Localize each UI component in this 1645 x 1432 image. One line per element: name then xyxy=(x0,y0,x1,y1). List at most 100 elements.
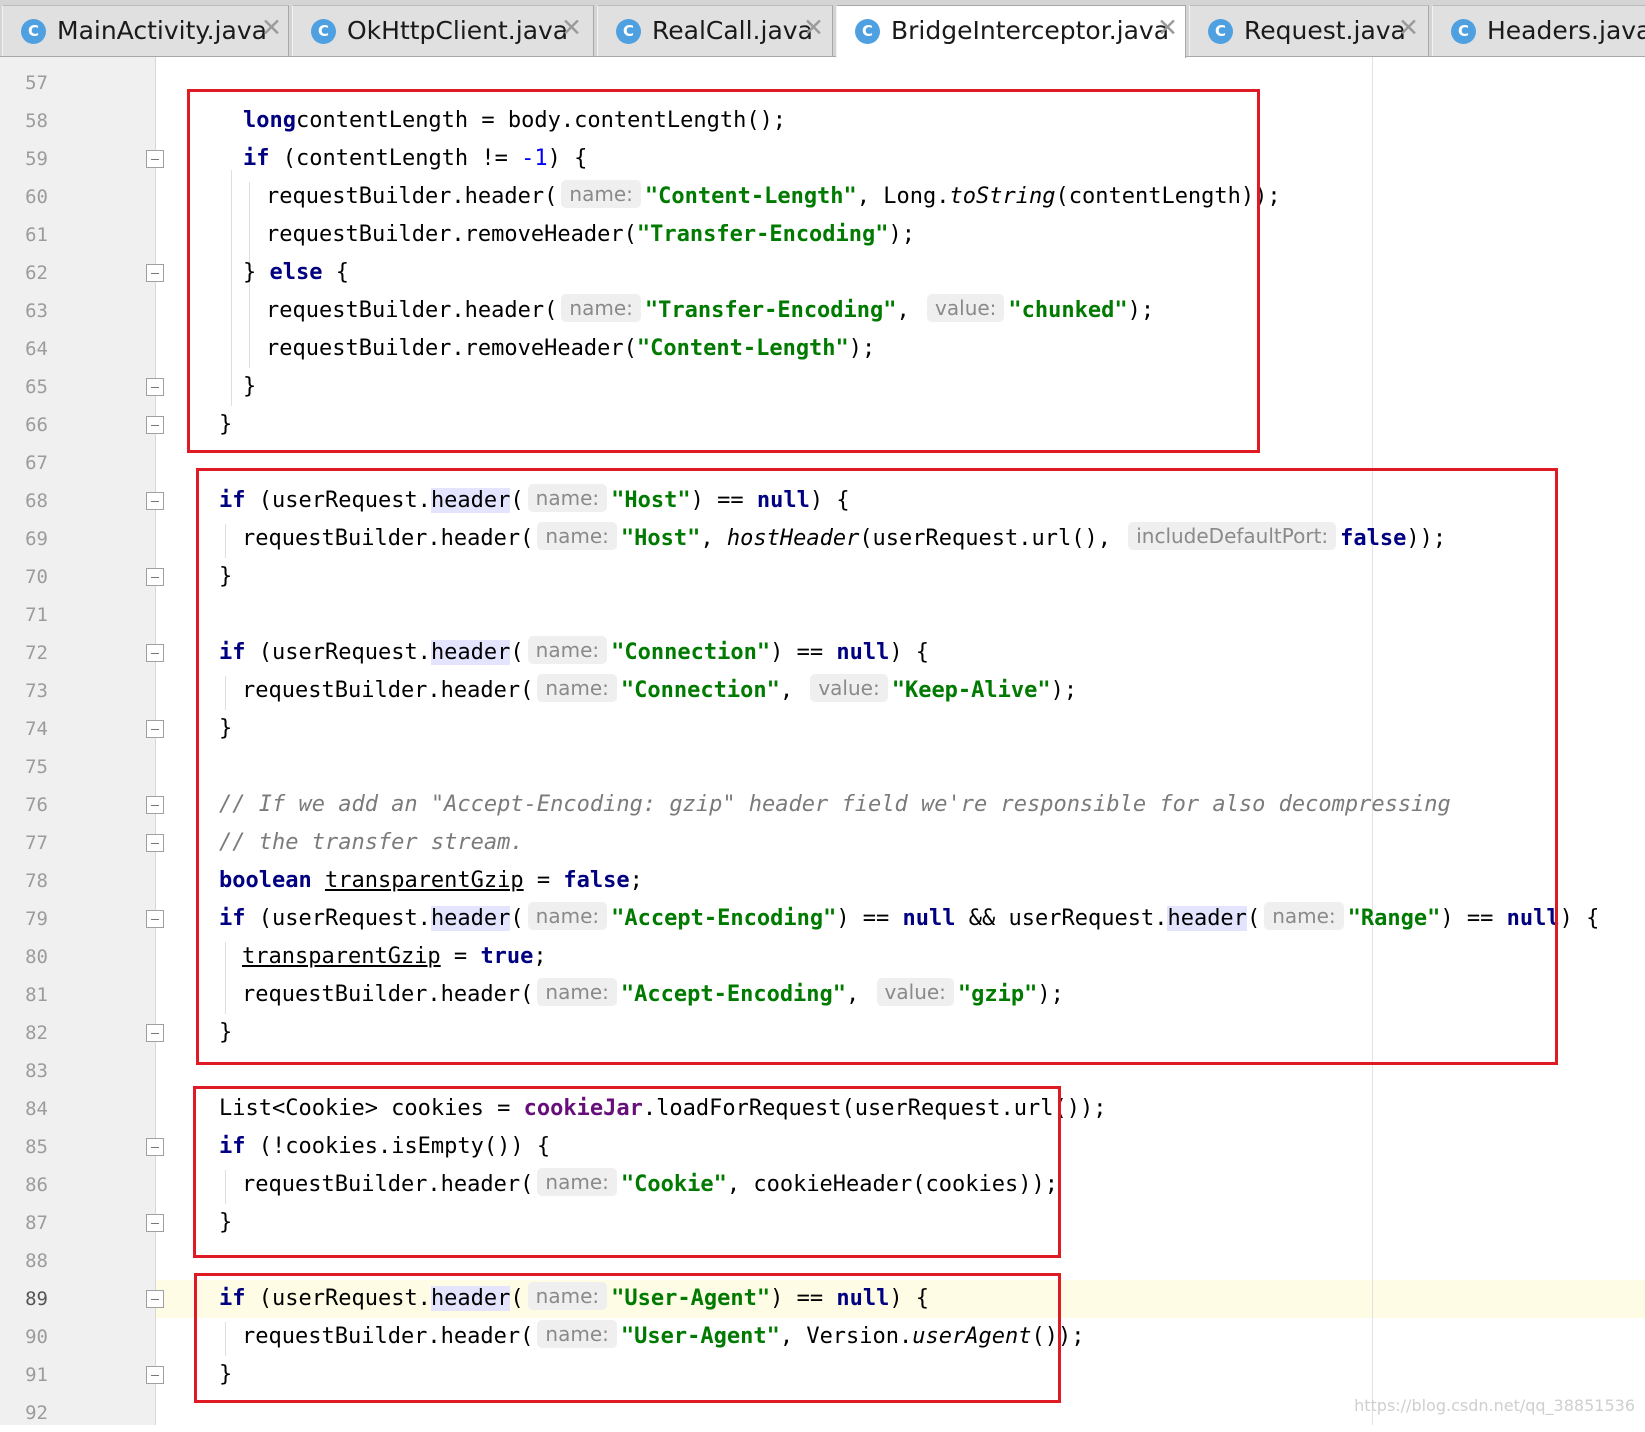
code-token: ( xyxy=(1246,906,1261,931)
close-icon[interactable]: ✕ xyxy=(561,13,582,42)
code-token: && userRequest. xyxy=(955,906,1168,931)
code-token: } xyxy=(219,716,233,741)
keyword-token: null xyxy=(902,906,956,931)
code-token: (contentLength)); xyxy=(1055,184,1281,209)
code-token: transparentGzip xyxy=(324,868,524,893)
fold-marker-icon[interactable] xyxy=(146,492,164,510)
fold-marker-icon[interactable] xyxy=(146,1138,164,1156)
code-token: , Version. xyxy=(779,1324,913,1349)
fold-marker-icon[interactable] xyxy=(146,910,164,928)
code-token: ; xyxy=(533,944,547,969)
fold-marker-icon[interactable] xyxy=(146,1024,164,1042)
code-token: } xyxy=(243,374,257,399)
code-token: (contentLength != xyxy=(269,146,522,171)
code-token: ) { xyxy=(1559,906,1600,931)
fold-marker-icon[interactable] xyxy=(146,834,164,852)
tab-main-activity[interactable]: C MainActivity.java ✕ xyxy=(2,5,289,56)
code-token: toString xyxy=(949,184,1056,209)
code-token: (!cookies.isEmpty()) { xyxy=(245,1134,551,1159)
fold-marker-icon[interactable] xyxy=(146,1290,164,1308)
fold-marker-icon[interactable] xyxy=(146,796,164,814)
code-line: requestBuilder.header(name: "Cookie", coo… xyxy=(242,1166,1058,1204)
code-token: ); xyxy=(1127,298,1155,323)
keyword-token: long xyxy=(243,108,296,133)
indent-guide xyxy=(225,676,226,710)
fold-marker-icon[interactable] xyxy=(146,264,164,282)
line-number: 65 xyxy=(25,376,48,398)
code-editor[interactable]: longcontentLength = body.contentLength()… xyxy=(156,57,1645,1425)
close-icon[interactable]: ✕ xyxy=(261,13,282,42)
code-token: } xyxy=(219,412,233,437)
code-line: if (contentLength != -1) { xyxy=(243,140,587,178)
line-number: 82 xyxy=(25,1022,48,1044)
indent-guide xyxy=(225,1322,226,1356)
code-token: ( xyxy=(510,906,524,931)
code-token: , xyxy=(779,678,807,703)
parameter-hint: name: xyxy=(537,978,617,1006)
line-number: 73 xyxy=(25,680,48,702)
parameter-hint: name: xyxy=(537,674,617,702)
code-line: // the transfer stream. xyxy=(219,824,524,862)
tab-okhttp-client[interactable]: C OkHttpClient.java ✕ xyxy=(292,5,594,56)
code-line: requestBuilder.header(name: "User-Agent",… xyxy=(242,1318,1084,1356)
tab-label: Headers.java xyxy=(1487,16,1645,45)
line-number: 68 xyxy=(25,490,48,512)
fold-marker-icon[interactable] xyxy=(146,1366,164,1384)
line-number: 87 xyxy=(25,1212,48,1234)
tab-bridge-interceptor[interactable]: C BridgeInterceptor.java ✕ xyxy=(836,5,1186,58)
code-token: = xyxy=(523,868,564,893)
code-token: contentLength = body.contentLength(); xyxy=(295,108,787,133)
fold-marker-icon[interactable] xyxy=(146,1214,164,1232)
line-number: 88 xyxy=(25,1250,48,1272)
code-line: longcontentLength = body.contentLength()… xyxy=(243,102,786,140)
fold-marker-icon[interactable] xyxy=(146,416,164,434)
fold-marker-icon[interactable] xyxy=(146,150,164,168)
close-icon[interactable]: ✕ xyxy=(1157,13,1178,42)
line-number: 69 xyxy=(25,528,48,550)
code-token: (userRequest. xyxy=(245,906,431,931)
code-token: } xyxy=(219,1362,233,1387)
fold-marker-icon[interactable] xyxy=(146,378,164,396)
code-token: , xyxy=(846,982,873,1007)
code-token: ) { xyxy=(809,488,850,513)
tab-headers[interactable]: C Headers.java xyxy=(1432,5,1645,56)
indent-guide xyxy=(225,524,226,558)
line-number: 74 xyxy=(25,718,48,740)
line-number: 90 xyxy=(25,1326,48,1348)
parameter-hint: name: xyxy=(561,180,641,208)
watermark: https://blog.csdn.net/qq_38851536 xyxy=(1354,1396,1635,1415)
fold-marker-icon[interactable] xyxy=(146,568,164,586)
code-token: ) == xyxy=(1440,906,1507,931)
tab-request[interactable]: C Request.java ✕ xyxy=(1189,5,1429,56)
java-class-icon: C xyxy=(855,19,880,44)
fold-marker-icon[interactable] xyxy=(146,644,164,662)
keyword-token: true xyxy=(480,944,534,969)
close-icon[interactable]: ✕ xyxy=(803,13,824,42)
code-line: requestBuilder.header(name: "Accept-Encod… xyxy=(242,976,1064,1014)
code-token: requestBuilder.header( xyxy=(266,184,558,209)
code-token: ); xyxy=(848,336,876,361)
java-class-icon: C xyxy=(311,19,336,44)
code-token: requestBuilder.removeHeader( xyxy=(266,336,637,361)
close-icon[interactable]: ✕ xyxy=(1398,13,1419,42)
tab-label: OkHttpClient.java xyxy=(347,16,569,45)
line-number: 57 xyxy=(25,72,48,94)
java-class-icon: C xyxy=(21,19,46,44)
string-token: "Cookie" xyxy=(620,1172,727,1197)
parameter-hint: value: xyxy=(810,674,888,702)
parameter-hint: name: xyxy=(561,294,641,322)
code-token: ) == xyxy=(770,1286,837,1311)
parameter-hint: value: xyxy=(876,978,954,1006)
line-number: 84 xyxy=(25,1098,48,1120)
string-token: "gzip" xyxy=(957,982,1038,1007)
code-token: requestBuilder.header( xyxy=(242,982,534,1007)
parameter-hint: name: xyxy=(537,1320,617,1348)
fold-marker-icon[interactable] xyxy=(146,720,164,738)
string-token: "Content-Length" xyxy=(636,336,849,361)
code-token: (userRequest.url(), xyxy=(859,526,1125,551)
tab-real-call[interactable]: C RealCall.java ✕ xyxy=(597,5,833,56)
line-number: 83 xyxy=(25,1060,48,1082)
tab-label: RealCall.java xyxy=(652,16,813,45)
code-token: requestBuilder.header( xyxy=(242,1172,534,1197)
code-token: = xyxy=(440,944,481,969)
